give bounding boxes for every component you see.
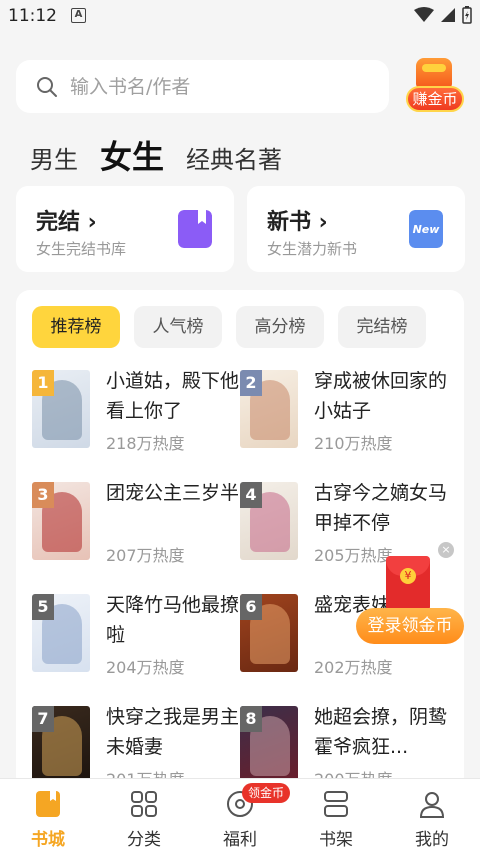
card-subtitle: 女生完结书库 — [36, 240, 127, 258]
book-heat: 207万热度 — [106, 546, 185, 565]
bookmark-book-icon — [178, 210, 212, 248]
rank-badge: 8 — [240, 706, 262, 732]
rank-badge: 1 — [32, 370, 54, 396]
book-title: 团宠公主三岁半 — [106, 482, 240, 504]
book-heat: 218万热度 — [106, 434, 185, 453]
book-title: 她超会撩，阴鸷霍爷疯狂... — [314, 706, 448, 758]
nav-label: 我的 — [415, 830, 449, 850]
cell-signal-icon — [441, 8, 455, 22]
book-title: 穿成被休回家的小姑子 — [314, 370, 448, 422]
book-cover: 7 — [32, 706, 90, 784]
book-title: 小道姑，殿下他看上你了 — [106, 370, 240, 422]
login-coin-button[interactable]: 登录领金币 — [356, 608, 464, 644]
user-icon — [419, 792, 445, 818]
tab-classics[interactable]: 经典名著 — [186, 140, 282, 175]
nav-bookshelf[interactable]: 书架 — [288, 779, 384, 853]
book-cover: 6 — [240, 594, 298, 672]
rank-badge: 5 — [32, 594, 54, 620]
bookstore-icon — [36, 791, 60, 817]
completed-books-card[interactable]: 完结 › 女生完结书库 — [16, 186, 234, 272]
new-tag-icon: New — [409, 210, 443, 248]
search-input[interactable] — [70, 75, 350, 98]
grid-icon — [131, 791, 157, 817]
book-cover: 1 — [32, 370, 90, 448]
notification-icon: A — [71, 8, 86, 23]
nav-welfare[interactable]: 领金币 福利 — [192, 779, 291, 853]
wifi-icon — [414, 7, 434, 22]
book-item[interactable]: 3 团宠公主三岁半 207万热度 — [32, 482, 242, 572]
tab-high-score[interactable]: 高分榜 — [236, 306, 324, 348]
nav-label: 福利 — [223, 830, 257, 850]
bottom-nav: 书城 分类 领金币 福利 书架 我的 — [0, 778, 480, 853]
tab-recommended[interactable]: 推荐榜 — [32, 306, 120, 348]
nav-label: 分类 — [127, 830, 161, 850]
book-item[interactable]: 1 小道姑，殿下他看上你了 218万热度 — [32, 370, 242, 460]
earn-coin-button[interactable]: 赚金币 — [402, 56, 466, 114]
book-cover: 8 — [240, 706, 298, 784]
search-bar[interactable] — [16, 60, 389, 113]
status-icons — [414, 6, 472, 24]
rank-tabs: 推荐榜 人气榜 高分榜 完结榜 — [32, 306, 426, 348]
status-time: 11:12 — [8, 6, 57, 26]
book-cover: 3 — [32, 482, 90, 560]
nav-category[interactable]: 分类 — [96, 779, 192, 853]
status-bar: 11:12 A — [0, 0, 480, 34]
nav-label: 书城 — [31, 830, 65, 850]
nav-label: 书架 — [319, 830, 353, 850]
gender-tabs: 男生 女生 经典名著 — [30, 132, 304, 178]
book-title: 快穿之我是男主未婚妻 — [106, 706, 240, 758]
red-envelope-icon — [386, 556, 430, 612]
rank-badge: 7 — [32, 706, 54, 732]
book-cover: 2 — [240, 370, 298, 448]
tab-male[interactable]: 男生 — [30, 140, 78, 175]
book-heat: 210万热度 — [314, 434, 393, 453]
book-item[interactable]: 2 穿成被休回家的小姑子 210万热度 — [240, 370, 450, 460]
nav-bookstore[interactable]: 书城 — [0, 779, 96, 853]
card-subtitle: 女生潜力新书 — [267, 240, 358, 258]
new-books-card[interactable]: 新书 › 女生潜力新书 New — [247, 186, 465, 272]
book-heat: 204万热度 — [106, 658, 185, 677]
earn-coin-label: 赚金币 — [406, 86, 464, 112]
close-icon[interactable]: × — [438, 542, 454, 558]
battery-icon — [462, 6, 472, 24]
login-coin-float[interactable]: × 登录领金币 — [356, 540, 464, 645]
tab-female[interactable]: 女生 — [100, 132, 164, 178]
book-heat: 202万热度 — [314, 658, 393, 677]
bookshelf-icon — [324, 791, 348, 817]
card-title: 完结 › — [36, 210, 97, 235]
tab-completed[interactable]: 完结榜 — [338, 306, 426, 348]
rank-badge: 4 — [240, 482, 262, 508]
card-title: 新书 › — [267, 210, 328, 235]
coin-badge: 领金币 — [242, 783, 291, 803]
book-item[interactable]: 5 天降竹马他最撩啦 204万热度 — [32, 594, 242, 684]
svg-text:New: New — [413, 223, 441, 236]
rank-badge: 3 — [32, 482, 54, 508]
book-cover: 4 — [240, 482, 298, 560]
nav-profile[interactable]: 我的 — [384, 779, 480, 853]
coin-bag-icon — [416, 58, 452, 88]
rank-badge: 2 — [240, 370, 262, 396]
book-cover: 5 — [32, 594, 90, 672]
rank-badge: 6 — [240, 594, 262, 620]
tab-popular[interactable]: 人气榜 — [134, 306, 222, 348]
book-title: 天降竹马他最撩啦 — [106, 594, 240, 646]
search-icon — [37, 76, 57, 97]
book-title: 古穿今之嫡女马甲掉不停 — [314, 482, 448, 534]
